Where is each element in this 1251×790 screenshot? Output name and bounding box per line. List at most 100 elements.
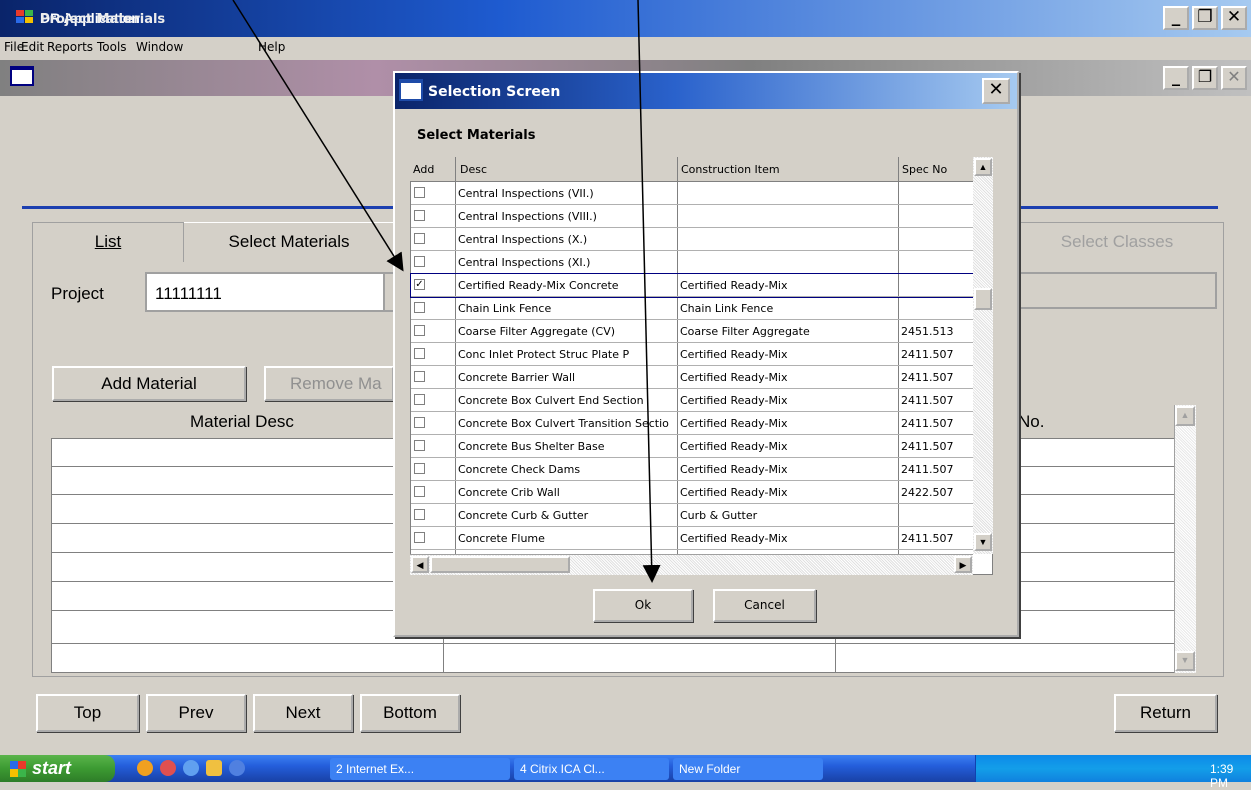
row-desc: Central Inspections (X.) [458,233,588,246]
add-checkbox[interactable] [414,509,425,520]
add-checkbox[interactable] [414,463,425,474]
add-checkbox[interactable]: ✓ [414,279,425,290]
add-checkbox[interactable] [414,348,425,359]
hscroll-thumb[interactable] [430,556,570,573]
row-construction-item: Chain Link Fence [680,302,774,315]
row-spec-no: 2411.507 [901,348,954,361]
top-button[interactable]: Top [36,694,139,732]
taskbar-item-new-folder[interactable]: New Folder [673,758,823,780]
project-field[interactable]: 11111111 [145,272,395,312]
ie-icon[interactable] [183,760,199,776]
material-row[interactable]: Central Inspections (VII.) [411,182,973,205]
child-restore-icon[interactable]: ❐ [1192,66,1218,90]
child-close-icon[interactable]: ✕ [1221,66,1247,90]
row-construction-item: Certified Ready-Mix [680,371,788,384]
menu-reports[interactable]: Reports [47,40,93,54]
grid-scrollbar[interactable] [1174,405,1196,673]
row-desc: Central Inspections (VIII.) [458,210,597,223]
add-column-header[interactable]: Add [413,163,434,176]
add-checkbox[interactable] [414,371,425,382]
desc-column-header[interactable]: Desc [460,163,487,176]
menu-edit[interactable]: Edit [21,40,44,54]
material-row[interactable]: Concrete Crib Wall Certified Ready-Mix 242… [411,481,973,504]
child-minimize-icon[interactable]: _ [1163,66,1189,90]
add-checkbox[interactable] [414,256,425,267]
taskbar-item-internet-explorer[interactable]: 2 Internet Ex... [330,758,510,780]
app-icon [16,10,36,26]
row-desc: Concrete Crib Wall [458,486,560,499]
close-icon[interactable]: ✕ [1221,6,1247,30]
add-checkbox[interactable] [414,394,425,405]
material-row[interactable]: Central Inspections (XI.) [411,251,973,274]
material-row[interactable]: Coarse Filter Aggregate (CV) Coarse Filte… [411,320,973,343]
material-row[interactable]: Chain Link Fence Chain Link Fence [411,297,973,320]
menu-window[interactable]: Window [136,40,183,54]
prev-button[interactable]: Prev [146,694,246,732]
add-checkbox[interactable] [414,210,425,221]
row-desc: Chain Link Fence [458,302,552,315]
grid-scroll-up-icon[interactable]: ▲ [1175,406,1195,426]
quicklaunch-icon[interactable] [229,760,245,776]
add-checkbox[interactable] [414,302,425,313]
row-desc: Concrete Flume [458,532,545,545]
material-row[interactable]: Concrete Box Culvert Transition Sectio Ce… [411,412,973,435]
add-checkbox[interactable] [414,532,425,543]
next-button[interactable]: Next [253,694,353,732]
selection-vertical-scrollbar[interactable] [973,157,993,554]
class-field[interactable] [1010,272,1217,309]
spec-no-column-header[interactable]: Spec No [902,163,947,176]
next-button-label: Next [285,703,321,722]
add-material-button[interactable]: Add Material [52,366,246,401]
construction-item-column-header[interactable]: Construction Item [681,163,780,176]
menu-tools[interactable]: Tools [97,40,127,54]
material-row[interactable]: Concrete Check Dams Certified Ready-Mix 24… [411,458,973,481]
scroll-up-icon[interactable]: ▲ [974,158,992,176]
row-desc: Concrete Box Culvert Transition Sectio [458,417,669,430]
add-checkbox[interactable] [414,233,425,244]
add-checkbox[interactable] [414,417,425,428]
dialog-close-icon[interactable]: ✕ [982,78,1010,104]
top-button-label: Top [73,703,102,722]
scroll-right-icon[interactable]: ▶ [954,556,972,573]
bottom-button[interactable]: Bottom [360,694,460,732]
tab-select-classes[interactable]: Select Classes [1010,222,1224,262]
number-header[interactable]: No. [1018,412,1044,432]
scroll-down-icon[interactable]: ▼ [974,533,992,551]
remove-material-button[interactable]: Remove Ma [264,366,394,401]
quicklaunch-icon[interactable] [137,760,153,776]
material-row[interactable]: ✓ Certified Ready-Mix Concrete Certified R… [410,273,974,298]
scroll-left-icon[interactable]: ◀ [411,556,429,573]
add-checkbox[interactable] [414,325,425,336]
grid-scroll-down-icon[interactable]: ▼ [1175,651,1195,671]
menu-help[interactable]: Help [258,40,285,54]
row-desc: Concrete Barrier Wall [458,371,576,384]
material-row[interactable]: Central Inspections (X.) [411,228,973,251]
restore-icon[interactable]: ❐ [1192,6,1218,30]
scroll-thumb[interactable] [974,288,992,310]
add-checkbox[interactable] [414,486,425,497]
add-checkbox[interactable] [414,440,425,451]
minimize-icon[interactable]: _ [1163,6,1189,30]
material-row[interactable]: Central Inspections (VIII.) [411,205,973,228]
material-desc-header[interactable]: Material Desc [190,412,294,432]
row-desc: Concrete Bus Shelter Base [458,440,605,453]
quicklaunch-icon[interactable] [206,760,222,776]
row-construction-item: Certified Ready-Mix [680,440,788,453]
tab-select-materials[interactable]: Select Materials [184,222,394,262]
tab-list[interactable]: List [32,222,184,262]
taskbar-item-citrix[interactable]: 4 Citrix ICA Cl... [514,758,669,780]
material-row[interactable]: Concrete Box Culvert End Section Certifie… [411,389,973,412]
material-row[interactable]: Concrete Curb & Gutter Curb & Gutter [411,504,973,527]
app-title-bar[interactable] [0,0,1251,37]
taskbar-item-label: New Folder [679,762,741,776]
quicklaunch-icon[interactable] [160,760,176,776]
material-row[interactable]: Concrete Barrier Wall Certified Ready-Mix… [411,366,973,389]
cancel-button[interactable]: Cancel [713,589,816,622]
tab-select-classes-label: Select Classes [1060,232,1174,251]
return-button[interactable]: Return [1114,694,1217,732]
material-row[interactable]: Concrete Flume Certified Ready-Mix 2411.50… [411,527,973,550]
material-row[interactable]: Concrete Bus Shelter Base Certified Ready… [411,435,973,458]
material-row[interactable]: Conc Inlet Protect Struc Plate P Certifie… [411,343,973,366]
ok-button[interactable]: Ok [593,589,693,622]
add-checkbox[interactable] [414,187,425,198]
